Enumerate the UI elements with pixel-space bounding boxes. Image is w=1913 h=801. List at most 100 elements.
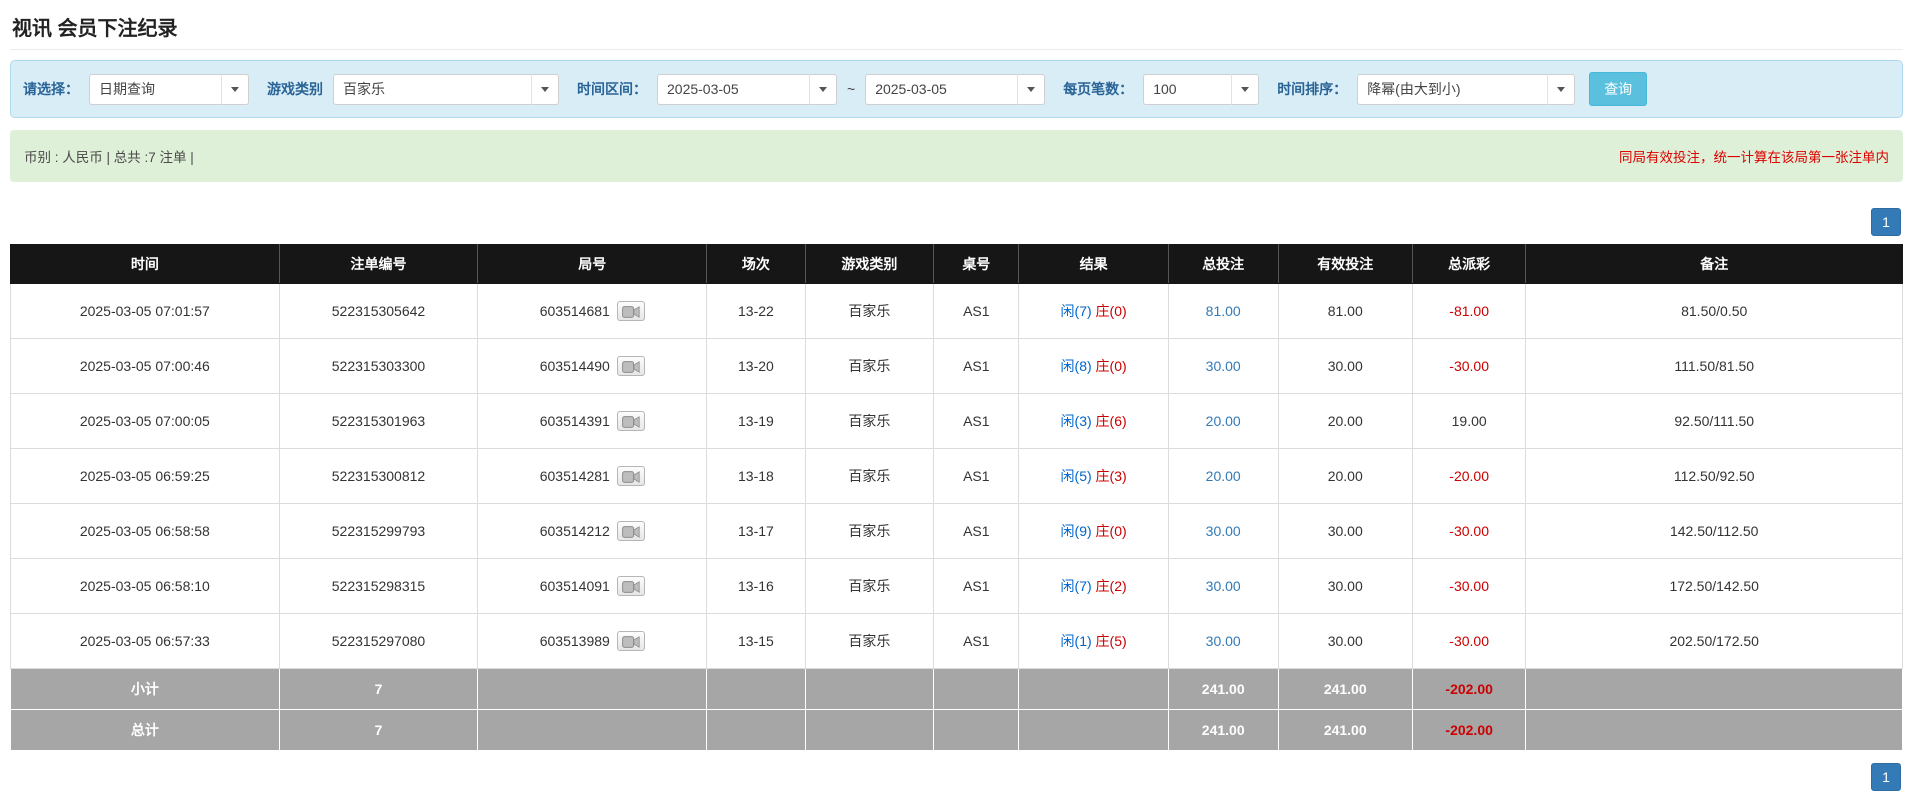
total-payout: -202.00 [1412, 710, 1526, 751]
date-to-input[interactable] [865, 74, 1017, 105]
per-page-dropdown-button[interactable] [1231, 74, 1259, 105]
payout-cell: -20.00 [1412, 449, 1526, 504]
total-label: 总计 [11, 710, 280, 751]
select-type-dropdown-button[interactable] [221, 74, 249, 105]
header-row: 时间 注单编号 局号 场次 游戏类别 桌号 结果 总投注 有效投注 总派彩 备注 [11, 245, 1903, 284]
banker-result: 庄(6) [1096, 413, 1127, 429]
view-video-button[interactable] [617, 631, 645, 651]
result-cell: 闲(3) 庄(6) [1019, 394, 1168, 449]
remark-cell: 112.50/92.50 [1526, 449, 1903, 504]
payout-value: -30.00 [1449, 358, 1489, 374]
game-type-label: 游戏类别 [267, 79, 323, 99]
date-to-dropdown-button[interactable] [1017, 74, 1045, 105]
payout-cell: -30.00 [1412, 504, 1526, 559]
total-bet-cell: 20.00 [1168, 449, 1278, 504]
session-cell: 13-18 [707, 449, 805, 504]
per-page-label: 每页笔数： [1063, 79, 1133, 99]
sort-label: 时间排序： [1277, 79, 1347, 99]
time-cell: 2025-03-05 07:00:05 [11, 394, 280, 449]
banker-result: 庄(2) [1096, 578, 1127, 594]
total-bet-link[interactable]: 30.00 [1206, 523, 1241, 539]
per-page-combo [1143, 74, 1259, 105]
subtotal-payout: -202.00 [1412, 669, 1526, 710]
round-cell: 603514281 [478, 449, 707, 504]
total-bet-cell: 81.00 [1168, 284, 1278, 339]
sort-input[interactable] [1357, 74, 1547, 105]
view-video-button[interactable] [617, 466, 645, 486]
game-cell: 百家乐 [805, 339, 934, 394]
total-bet-link[interactable]: 81.00 [1206, 303, 1241, 319]
pagination-bottom: 1 [12, 763, 1901, 791]
pagination-top: 1 [12, 208, 1901, 236]
bets-table: 时间 注单编号 局号 场次 游戏类别 桌号 结果 总投注 有效投注 总派彩 备注… [10, 244, 1903, 751]
select-type-combo [89, 74, 249, 105]
valid-bet-cell: 30.00 [1278, 614, 1412, 669]
payout-value: -30.00 [1449, 578, 1489, 594]
remark-cell: 172.50/142.50 [1526, 559, 1903, 614]
col-header-remark: 备注 [1526, 245, 1903, 284]
view-video-button[interactable] [617, 301, 645, 321]
time-cell: 2025-03-05 07:01:57 [11, 284, 280, 339]
game-cell: 百家乐 [805, 284, 934, 339]
filter-bar: 请选择： 游戏类别 时间区间： ~ 每页笔数： 时间排序： [10, 60, 1903, 118]
view-video-button[interactable] [617, 356, 645, 376]
bet-id-cell: 522315299793 [279, 504, 478, 559]
chevron-down-icon [1241, 87, 1249, 92]
session-cell: 13-19 [707, 394, 805, 449]
page-button[interactable]: 1 [1871, 763, 1901, 791]
view-video-button[interactable] [617, 411, 645, 431]
col-header-total-bet: 总投注 [1168, 245, 1278, 284]
round-cell: 603514091 [478, 559, 707, 614]
total-bet-link[interactable]: 30.00 [1206, 578, 1241, 594]
bet-id-cell: 522315305642 [279, 284, 478, 339]
date-from-dropdown-button[interactable] [809, 74, 837, 105]
game-cell: 百家乐 [805, 394, 934, 449]
bet-id-cell: 522315298315 [279, 559, 478, 614]
total-bet-link[interactable]: 20.00 [1206, 468, 1241, 484]
bet-id-cell: 522315297080 [279, 614, 478, 669]
subtotal-total-bet: 241.00 [1168, 669, 1278, 710]
subtotal-count: 7 [279, 669, 478, 710]
game-type-input[interactable] [333, 74, 531, 105]
table-row: 2025-03-05 06:58:10 522315298315 6035140… [11, 559, 1903, 614]
table-row: 2025-03-05 07:00:46 522315303300 6035144… [11, 339, 1903, 394]
table-no-cell: AS1 [934, 284, 1019, 339]
per-page-input[interactable] [1143, 74, 1231, 105]
round-number: 603514091 [540, 578, 610, 594]
video-camera-icon [622, 470, 640, 484]
round-number: 603514391 [540, 413, 610, 429]
page-button[interactable]: 1 [1871, 208, 1901, 236]
subtotal-label: 小计 [11, 669, 280, 710]
sort-dropdown-button[interactable] [1547, 74, 1575, 105]
result-cell: 闲(9) 庄(0) [1019, 504, 1168, 559]
round-cell: 603514490 [478, 339, 707, 394]
table-row: 2025-03-05 07:01:57 522315305642 6035146… [11, 284, 1903, 339]
chevron-down-icon [1027, 87, 1035, 92]
payout-value: -30.00 [1449, 523, 1489, 539]
video-camera-icon [622, 305, 640, 319]
select-type-input[interactable] [89, 74, 221, 105]
col-header-payout: 总派彩 [1412, 245, 1526, 284]
time-cell: 2025-03-05 06:58:58 [11, 504, 280, 559]
view-video-button[interactable] [617, 521, 645, 541]
round-cell: 603514212 [478, 504, 707, 559]
date-from-input[interactable] [657, 74, 809, 105]
col-header-table-no: 桌号 [934, 245, 1019, 284]
col-header-bet-id: 注单编号 [279, 245, 478, 284]
result-cell: 闲(8) 庄(0) [1019, 339, 1168, 394]
view-video-button[interactable] [617, 576, 645, 596]
total-bet-link[interactable]: 30.00 [1206, 633, 1241, 649]
search-button[interactable]: 查询 [1589, 72, 1647, 106]
round-cell: 603514391 [478, 394, 707, 449]
table-no-cell: AS1 [934, 394, 1019, 449]
table-body: 2025-03-05 07:01:57 522315305642 6035146… [11, 284, 1903, 669]
round-number: 603514681 [540, 303, 610, 319]
game-type-dropdown-button[interactable] [531, 74, 559, 105]
payout-cell: -30.00 [1412, 614, 1526, 669]
total-bet-cell: 30.00 [1168, 559, 1278, 614]
round-cell: 603514681 [478, 284, 707, 339]
total-bet-link[interactable]: 30.00 [1206, 358, 1241, 374]
total-bet-link[interactable]: 20.00 [1206, 413, 1241, 429]
total-bet-cell: 30.00 [1168, 504, 1278, 559]
time-range-label: 时间区间： [577, 79, 647, 99]
